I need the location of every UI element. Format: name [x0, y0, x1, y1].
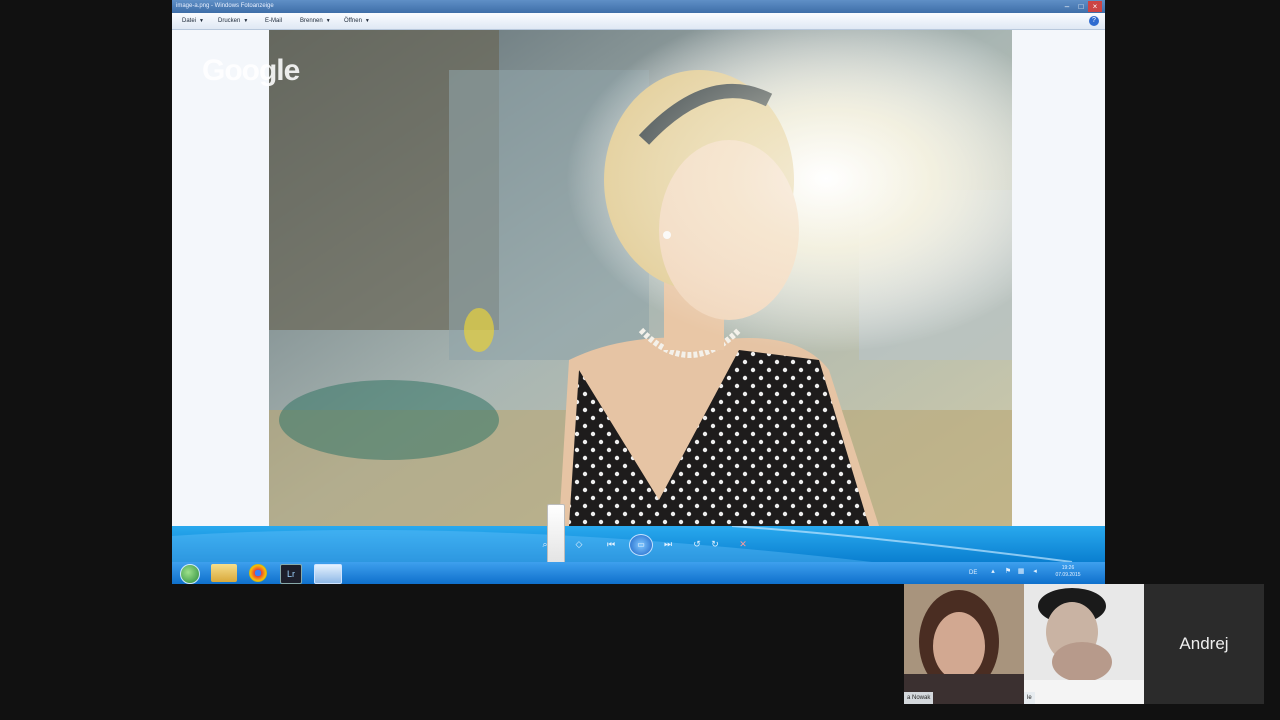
fit-window-icon[interactable]: ◇	[572, 535, 586, 553]
displayed-photo	[269, 30, 1012, 526]
viewer-toolbar: ⌕ ◇ ⏮ ▭ ⏭ ↺ ↻ ✕	[172, 526, 1105, 562]
chevron-down-icon: ▼	[364, 18, 370, 24]
chevron-down-icon: ▼	[199, 18, 204, 24]
menu-bar: Datei ▼ Drucken ▼ E-Mail Brennen ▼ Öffnen ▼ …	[172, 13, 1105, 30]
menu-oeffnen[interactable]: Öffnen ▼	[344, 13, 370, 29]
previous-icon[interactable]: ⏮	[602, 535, 620, 553]
volume-icon[interactable]: ◂	[1031, 568, 1039, 576]
menu-brennen[interactable]: Brennen ▼	[300, 13, 331, 29]
participant-name: le	[1024, 692, 1035, 704]
zoom-slider[interactable]	[547, 504, 565, 568]
window-titlebar: image-a.png - Windows Fotoanzeige – □ ×	[172, 0, 1105, 13]
shared-screen: image-a.png - Windows Fotoanzeige – □ × …	[172, 0, 1105, 584]
chevron-down-icon: ▼	[243, 18, 249, 24]
chevron-down-icon: ▼	[325, 18, 331, 24]
next-icon[interactable]: ⏭	[659, 535, 677, 553]
taskbar: Lr DE ▴ ⚑ ▦ ◂ 19:26 07.09.2015	[172, 562, 1105, 584]
slideshow-icon[interactable]: ▭	[629, 534, 653, 556]
minimize-icon[interactable]: –	[1060, 1, 1074, 12]
network-icon[interactable]: ▦	[1017, 568, 1025, 576]
google-logo: Google	[202, 54, 300, 87]
menu-email[interactable]: E-Mail	[265, 13, 282, 29]
close-icon[interactable]: ×	[1088, 1, 1102, 12]
delete-icon[interactable]: ✕	[736, 535, 750, 553]
tray-arrow-icon[interactable]: ▴	[989, 568, 997, 576]
participant-video	[1024, 584, 1144, 704]
rotate-left-icon[interactable]: ↺	[690, 535, 704, 553]
window-title: image-a.png - Windows Fotoanzeige	[176, 3, 274, 9]
participant-video	[904, 584, 1024, 704]
photo-viewer-icon[interactable]	[314, 564, 342, 584]
help-icon[interactable]: ?	[1089, 16, 1099, 26]
participant-name: a Nowak	[904, 692, 934, 704]
flag-icon[interactable]: ⚑	[1004, 568, 1012, 576]
menu-drucken[interactable]: Drucken ▼	[218, 13, 248, 29]
photo-illustration	[269, 30, 1012, 526]
photo-viewer-area: Google	[172, 30, 1105, 526]
menu-datei[interactable]: Datei ▼	[182, 13, 204, 29]
participant-tile-active[interactable]: Andrej	[1144, 584, 1264, 704]
lightroom-icon[interactable]: Lr	[280, 564, 302, 584]
start-button[interactable]	[180, 564, 200, 584]
rotate-right-icon[interactable]: ↻	[708, 535, 722, 553]
language-indicator[interactable]: DE	[969, 562, 977, 584]
participant-name: Andrej	[1179, 634, 1229, 653]
maximize-icon[interactable]: □	[1074, 1, 1088, 12]
folder-icon[interactable]	[211, 564, 237, 582]
chrome-icon[interactable]	[249, 564, 267, 582]
participant-tile[interactable]: le	[1024, 584, 1144, 704]
tray-clock[interactable]: 19:26 07.09.2015	[1048, 565, 1088, 579]
participant-tile[interactable]: a Nowak	[904, 584, 1024, 704]
